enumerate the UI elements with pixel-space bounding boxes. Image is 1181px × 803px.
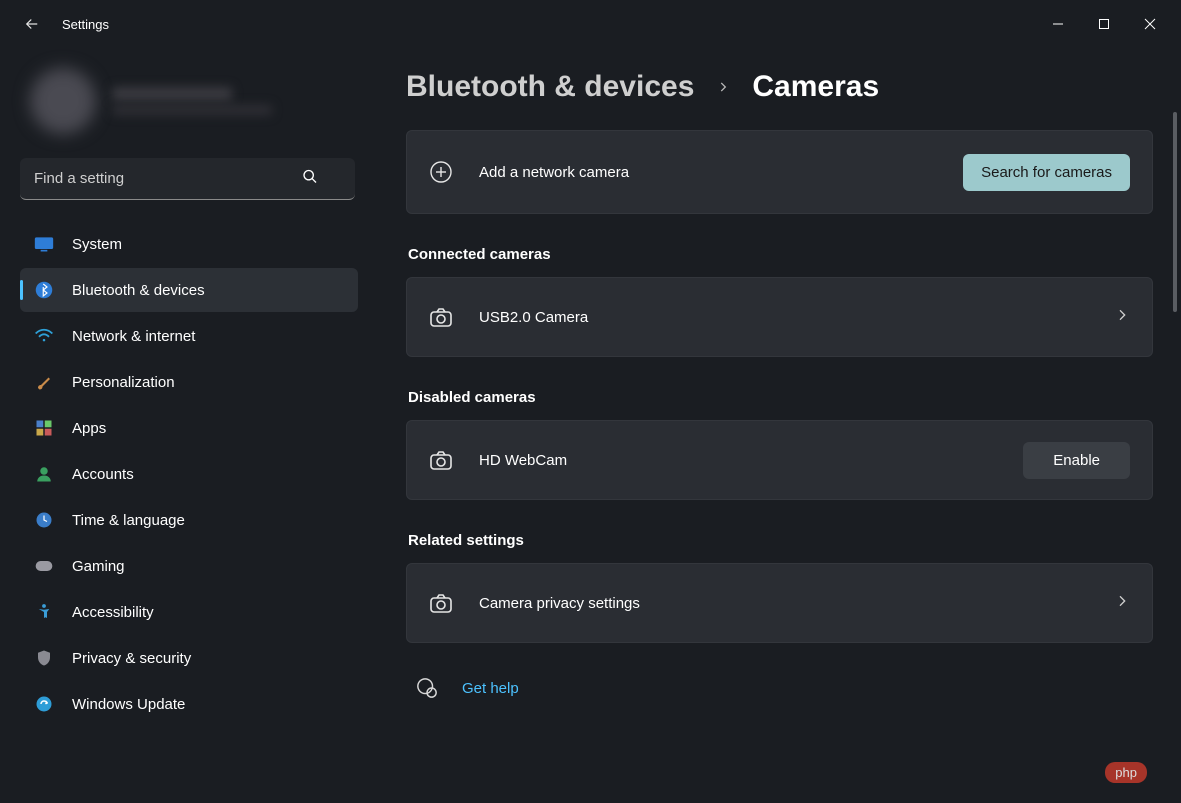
sidebar-item-gaming[interactable]: Gaming <box>20 544 358 588</box>
plus-circle-icon <box>429 160 453 184</box>
disabled-camera-row[interactable]: HD WebCam Enable <box>406 420 1153 500</box>
breadcrumb: Bluetooth & devices Cameras <box>406 70 1153 104</box>
shield-icon <box>34 648 54 668</box>
sidebar-item-update[interactable]: Windows Update <box>20 682 358 726</box>
sidebar-item-accounts[interactable]: Accounts <box>20 452 358 496</box>
person-icon <box>34 464 54 484</box>
minimize-button[interactable] <box>1035 8 1081 40</box>
related-settings-heading: Related settings <box>408 532 1153 549</box>
app-title: Settings <box>62 17 109 32</box>
sidebar-item-label: Accessibility <box>72 604 154 621</box>
profile-name <box>112 87 232 101</box>
back-arrow-icon[interactable] <box>22 14 42 34</box>
camera-privacy-row[interactable]: Camera privacy settings <box>406 563 1153 643</box>
camera-icon <box>429 305 453 329</box>
sidebar-item-accessibility[interactable]: Accessibility <box>20 590 358 634</box>
accessibility-icon <box>34 602 54 622</box>
sidebar-item-label: Gaming <box>72 558 125 575</box>
search-row <box>20 158 358 200</box>
get-help-link[interactable]: Get help <box>462 680 519 697</box>
chevron-right-icon <box>1114 307 1130 328</box>
apps-icon <box>34 418 54 438</box>
sidebar-item-apps[interactable]: Apps <box>20 406 358 450</box>
sidebar-item-label: Personalization <box>72 374 175 391</box>
watermark: php <box>1105 762 1147 783</box>
chevron-right-icon <box>1114 593 1130 614</box>
sidebar-nav: System Bluetooth & devices Network & int… <box>20 222 358 726</box>
maximize-button[interactable] <box>1081 8 1127 40</box>
search-cameras-button[interactable]: Search for cameras <box>963 154 1130 191</box>
sidebar-item-network[interactable]: Network & internet <box>20 314 358 358</box>
sidebar-item-bluetooth[interactable]: Bluetooth & devices <box>20 268 358 312</box>
avatar <box>30 68 96 134</box>
camera-name: USB2.0 Camera <box>479 309 1114 326</box>
camera-name: HD WebCam <box>479 452 1023 469</box>
sidebar: System Bluetooth & devices Network & int… <box>0 48 370 803</box>
connected-camera-row[interactable]: USB2.0 Camera <box>406 277 1153 357</box>
main-panel: Bluetooth & devices Cameras Add a networ… <box>370 48 1181 803</box>
profile-email <box>112 105 272 115</box>
monitor-icon <box>34 234 54 254</box>
sidebar-item-label: System <box>72 236 122 253</box>
close-button[interactable] <box>1127 8 1173 40</box>
connected-cameras-heading: Connected cameras <box>408 246 1153 263</box>
titlebar: Settings <box>0 0 1181 48</box>
breadcrumb-parent[interactable]: Bluetooth & devices <box>406 70 694 104</box>
scrollbar[interactable] <box>1173 112 1177 312</box>
sidebar-item-label: Windows Update <box>72 696 185 713</box>
add-camera-label: Add a network camera <box>479 164 963 181</box>
sidebar-item-label: Time & language <box>72 512 185 529</box>
chevron-right-icon <box>716 74 730 100</box>
paintbrush-icon <box>34 372 54 392</box>
update-icon <box>34 694 54 714</box>
gamepad-icon <box>34 556 54 576</box>
disabled-cameras-heading: Disabled cameras <box>408 389 1153 406</box>
search-icon <box>302 169 318 190</box>
bluetooth-icon <box>34 280 54 300</box>
globe-clock-icon <box>34 510 54 530</box>
sidebar-item-label: Bluetooth & devices <box>72 282 205 299</box>
help-icon <box>416 677 438 699</box>
profile-block[interactable] <box>20 60 358 156</box>
enable-button[interactable]: Enable <box>1023 442 1130 479</box>
sidebar-item-time[interactable]: Time & language <box>20 498 358 542</box>
breadcrumb-current: Cameras <box>752 70 879 104</box>
wifi-icon <box>34 326 54 346</box>
camera-icon <box>429 448 453 472</box>
get-help-row[interactable]: Get help <box>406 677 1153 699</box>
sidebar-item-label: Privacy & security <box>72 650 191 667</box>
sidebar-item-label: Accounts <box>72 466 134 483</box>
sidebar-item-system[interactable]: System <box>20 222 358 266</box>
sidebar-item-privacy[interactable]: Privacy & security <box>20 636 358 680</box>
sidebar-item-personalization[interactable]: Personalization <box>20 360 358 404</box>
related-label: Camera privacy settings <box>479 595 1114 612</box>
camera-icon <box>429 591 453 615</box>
add-camera-row[interactable]: Add a network camera Search for cameras <box>406 130 1153 214</box>
sidebar-item-label: Network & internet <box>72 328 195 345</box>
sidebar-item-label: Apps <box>72 420 106 437</box>
